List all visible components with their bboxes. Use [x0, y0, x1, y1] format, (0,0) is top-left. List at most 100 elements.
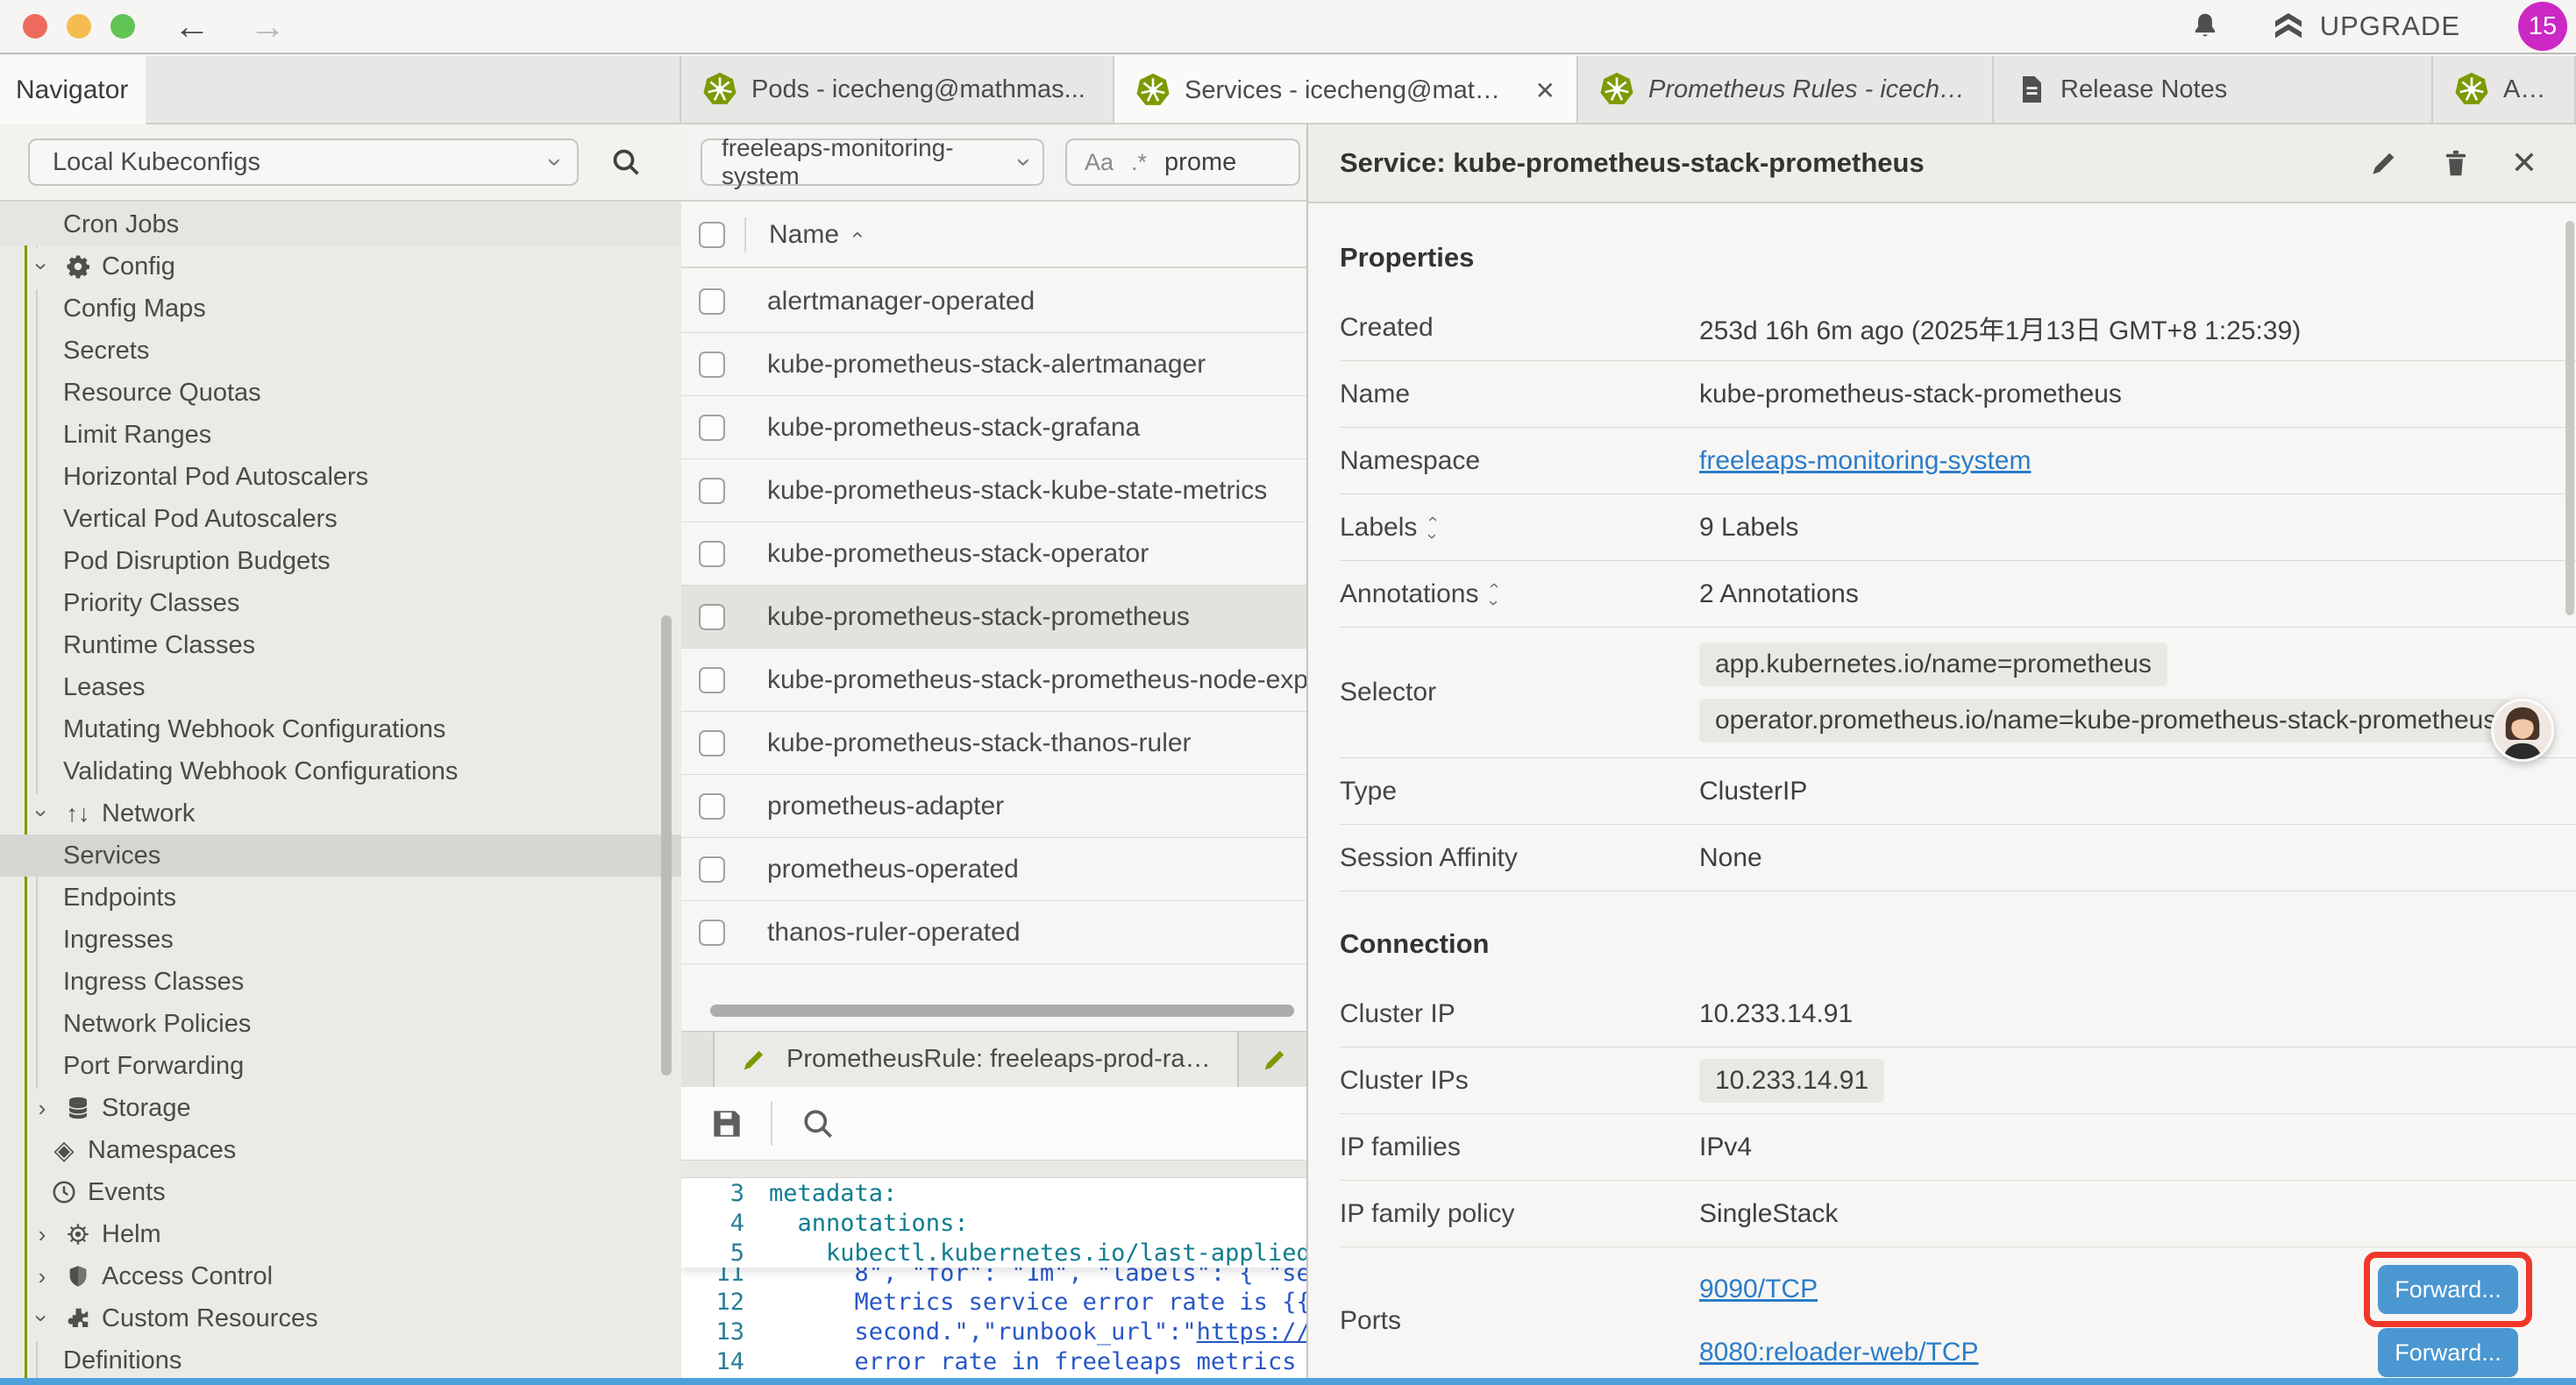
sidebar-item-pod-disruption-budgets[interactable]: Pod Disruption Budgets — [0, 540, 681, 582]
close-tab-icon[interactable]: ✕ — [1535, 76, 1555, 105]
sidebar-item-helm[interactable]: ›Helm — [0, 1213, 681, 1255]
table-row-kube-prometheus-stack-prometheus-node-ex[interactable]: kube-prometheus-stack-prometheus-node-ex… — [681, 649, 1306, 712]
sidebar-item-cron-jobs[interactable]: Cron Jobs — [0, 203, 681, 245]
expand-collapse-icon[interactable]: ›› — [1491, 577, 1497, 612]
sidebar-item-port-forwarding[interactable]: Port Forwarding — [0, 1045, 681, 1087]
sidebar-item-config-maps[interactable]: Config Maps — [0, 288, 681, 330]
table-row-kube-prometheus-stack-prometheus[interactable]: kube-prometheus-stack-prometheus — [681, 586, 1306, 649]
chevron-right-icon[interactable]: › — [30, 1265, 54, 1288]
sidebar-item-access-control[interactable]: ›Access Control — [0, 1255, 681, 1297]
port-link[interactable]: 9090/TCP — [1699, 1275, 1818, 1304]
regex-toggle[interactable]: .* — [1131, 149, 1147, 176]
tab-prometheus-rules-icecheng[interactable]: Prometheus Rules - icecheng... — [1578, 56, 1994, 123]
row-checkbox[interactable] — [699, 667, 725, 693]
sidebar-item-custom-resources[interactable]: ›Custom Resources — [0, 1297, 681, 1339]
edit-pencil-icon[interactable] — [2367, 146, 2401, 180]
sidebar-item-events[interactable]: Events — [0, 1171, 681, 1213]
upgrade-button[interactable]: UPGRADE — [2271, 9, 2460, 44]
sidebar-item-leases[interactable]: Leases — [0, 666, 681, 708]
table-row-kube-prometheus-stack-grafana[interactable]: kube-prometheus-stack-grafana — [681, 396, 1306, 459]
sidebar-search-icon[interactable] — [608, 145, 644, 180]
table-row-prometheus-operated[interactable]: prometheus-operated — [681, 838, 1306, 901]
select-all-checkbox[interactable] — [699, 222, 725, 248]
table-row-alertmanager-operated[interactable]: alertmanager-operated — [681, 270, 1306, 333]
tab-release-notes[interactable]: Release Notes — [1994, 56, 2433, 123]
table-row-kube-prometheus-stack-alertmanager[interactable]: kube-prometheus-stack-alertmanager — [681, 333, 1306, 396]
forward-button[interactable]: Forward... — [2378, 1328, 2518, 1377]
row-checkbox[interactable] — [699, 920, 725, 946]
sidebar-item-secrets[interactable]: Secrets — [0, 330, 681, 372]
tab-navigator[interactable]: Navigator — [0, 56, 146, 124]
row-checkbox[interactable] — [699, 856, 725, 883]
sidebar-item-config[interactable]: ›Config — [0, 245, 681, 288]
sidebar-item-horizontal-pod-autoscalers[interactable]: Horizontal Pod Autoscalers — [0, 456, 681, 498]
sidebar-item-network-policies[interactable]: Network Policies — [0, 1003, 681, 1045]
sidebar-item-ingress-classes[interactable]: Ingress Classes — [0, 961, 681, 1003]
history-forward-button[interactable]: → — [249, 8, 286, 45]
sidebar-item-priority-classes[interactable]: Priority Classes — [0, 582, 681, 624]
sidebar-item-services[interactable]: Services — [0, 835, 681, 877]
table-row-kube-prometheus-stack-operator[interactable]: kube-prometheus-stack-operator — [681, 522, 1306, 586]
yaml-editor[interactable]: 3metadata:4 annotations:5 kubectl.kubern… — [681, 1178, 1306, 1385]
minimize-window-button[interactable] — [67, 14, 91, 39]
sidebar-item-storage[interactable]: ›Storage — [0, 1087, 681, 1129]
sidebar-item-definitions[interactable]: Definitions — [0, 1339, 681, 1381]
row-checkbox[interactable] — [699, 730, 725, 756]
table-row-kube-prometheus-stack-kube-state-metrics[interactable]: kube-prometheus-stack-kube-state-metrics — [681, 459, 1306, 522]
chevron-down-icon[interactable]: › — [31, 801, 53, 826]
table-row-thanos-ruler-operated[interactable]: thanos-ruler-operated — [681, 901, 1306, 964]
tab-argo-se[interactable]: Argo Se — [2433, 56, 2576, 123]
history-back-button[interactable]: ← — [174, 8, 210, 45]
namespace-link[interactable]: freeleaps-monitoring-system — [1699, 446, 2576, 476]
close-window-button[interactable] — [23, 14, 47, 39]
sidebar-item-endpoints[interactable]: Endpoints — [0, 877, 681, 919]
sort-ascending-icon[interactable]: › — [846, 231, 867, 238]
tab-services-icecheng-math[interactable]: Services - icecheng@math...✕ — [1114, 56, 1578, 123]
expand-collapse-icon[interactable]: ›› — [1429, 510, 1435, 545]
user-avatar[interactable] — [2491, 699, 2554, 762]
row-checkbox[interactable] — [699, 478, 725, 504]
port-link[interactable]: 8080:reloader-web/TCP — [1699, 1338, 1979, 1367]
editor-tab-prometheusrule[interactable]: PrometheusRule: freeleaps-prod-rabbitmq — [713, 1032, 1239, 1087]
delete-trash-icon[interactable] — [2439, 146, 2473, 180]
save-icon[interactable] — [708, 1104, 746, 1143]
row-checkbox[interactable] — [699, 604, 725, 630]
sidebar-item-resource-quotas[interactable]: Resource Quotas — [0, 372, 681, 414]
sidebar-item-validating-webhook-configurations[interactable]: Validating Webhook Configurations — [0, 750, 681, 792]
chevron-right-icon[interactable]: › — [30, 1223, 54, 1246]
sidebar-item-network[interactable]: ›↑↓Network — [0, 792, 681, 835]
editor-search-icon[interactable] — [799, 1104, 837, 1143]
notifications-bell-icon[interactable] — [2188, 10, 2222, 43]
maximize-window-button[interactable] — [110, 14, 135, 39]
sidebar-scrollbar[interactable] — [661, 615, 672, 1076]
chevron-down-icon[interactable]: › — [31, 254, 53, 279]
sidebar-item-mutating-webhook-configurations[interactable]: Mutating Webhook Configurations — [0, 708, 681, 750]
sidebar-item-namespaces[interactable]: ◈Namespaces — [0, 1129, 681, 1171]
editor-tab-next[interactable] — [1239, 1032, 1311, 1087]
list-search-input[interactable]: Aa .* prome — [1065, 138, 1300, 186]
row-checkbox[interactable] — [699, 793, 725, 820]
close-icon[interactable]: ✕ — [2511, 145, 2537, 181]
sidebar-item-vertical-pod-autoscalers[interactable]: Vertical Pod Autoscalers — [0, 498, 681, 540]
horizontal-scrollbar[interactable] — [710, 1005, 1294, 1017]
sidebar-item-ingresses[interactable]: Ingresses — [0, 919, 681, 961]
row-checkbox[interactable] — [699, 415, 725, 441]
code-link[interactable]: https://net — [1197, 1318, 1306, 1346]
row-checkbox[interactable] — [699, 288, 725, 315]
kubeconfig-selector[interactable]: Local Kubeconfigs › — [28, 138, 579, 186]
detail-scrollbar[interactable] — [2565, 221, 2574, 615]
table-row-prometheus-adapter[interactable]: prometheus-adapter — [681, 775, 1306, 838]
row-checkbox[interactable] — [699, 352, 725, 378]
sidebar-item-runtime-classes[interactable]: Runtime Classes — [0, 624, 681, 666]
forward-button[interactable]: Forward... — [2378, 1265, 2518, 1314]
name-column-header[interactable]: Name — [769, 220, 839, 250]
chevron-right-icon[interactable]: › — [30, 1097, 54, 1119]
chevron-down-icon[interactable]: › — [31, 1306, 53, 1331]
namespace-selector[interactable]: freeleaps-monitoring-system › — [701, 138, 1044, 186]
tab-pods-icecheng-mathmas[interactable]: Pods - icecheng@mathmas... — [681, 56, 1114, 123]
sidebar-item-limit-ranges[interactable]: Limit Ranges — [0, 414, 681, 456]
match-case-toggle[interactable]: Aa — [1085, 149, 1114, 176]
table-row-kube-prometheus-stack-thanos-ruler[interactable]: kube-prometheus-stack-thanos-ruler — [681, 712, 1306, 775]
notification-count-badge[interactable]: 15 — [2518, 2, 2567, 51]
row-checkbox[interactable] — [699, 541, 725, 567]
